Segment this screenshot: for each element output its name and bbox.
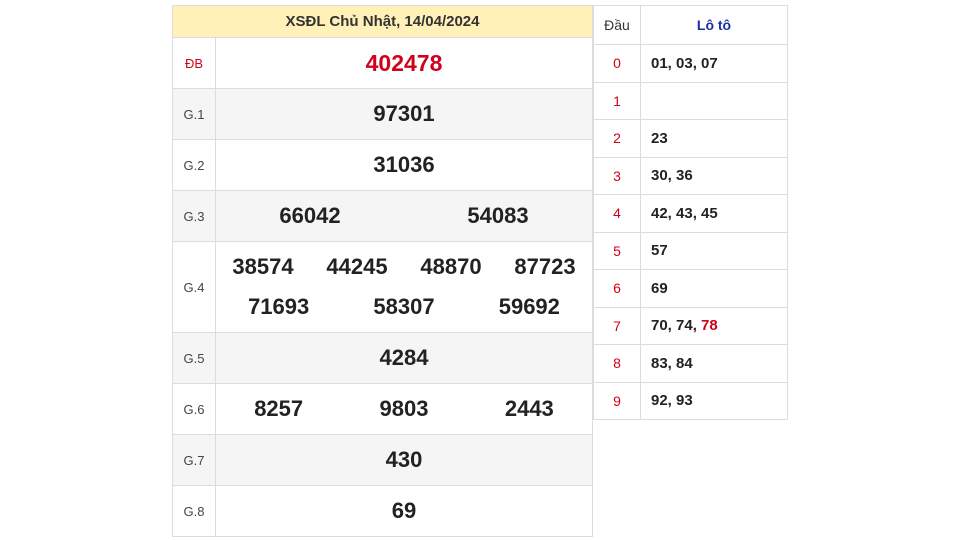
dau-cell: 0: [593, 44, 641, 83]
prize-number-g6: 9803: [379, 396, 429, 421]
loto-header-row: Đầu Lô tô: [593, 5, 788, 45]
prize-row-g5: G.5 4284: [172, 332, 593, 384]
prize-number-g4: 71693: [248, 294, 310, 319]
prize-number-g7: 430: [385, 447, 423, 472]
prize-row-g8: G.8 69: [172, 485, 593, 537]
prize-label-db: ĐB: [172, 37, 216, 89]
loto-row: 0 01, 03, 07: [593, 44, 788, 83]
prize-row-g4: G.4 38574 44245 48870 87723 71693 58307 …: [172, 241, 593, 333]
dau-cell: 6: [593, 269, 641, 308]
result-title: XSĐL Chủ Nhật, 14/04/2024: [172, 5, 593, 38]
prize-row-g2: G.2 31036: [172, 139, 593, 191]
loto-row: 1: [593, 81, 788, 120]
prize-number-g1: 97301: [373, 101, 435, 126]
prize-number-g4: 38574: [232, 254, 294, 279]
loto-values: 01, 03, 07: [640, 44, 788, 83]
loto-row: 2 23: [593, 119, 788, 158]
prize-label-g3: G.3: [172, 190, 216, 242]
prize-number-g4: 59692: [498, 294, 560, 319]
prize-number-g2: 31036: [373, 152, 435, 177]
loto-values: 30, 36: [640, 156, 788, 195]
prize-number-g8: 69: [391, 498, 417, 523]
prize-label-g6: G.6: [172, 383, 216, 435]
prize-label-g5: G.5: [172, 332, 216, 384]
loto-values: 83, 84: [640, 344, 788, 383]
prize-number-g6: 8257: [254, 396, 304, 421]
loto-values-text: 70, 74,: [651, 317, 702, 335]
prize-label-g1: G.1: [172, 88, 216, 140]
loto-values: 69: [640, 269, 788, 308]
loto-row: 5 57: [593, 231, 788, 270]
prize-label-g8: G.8: [172, 485, 216, 537]
loto-row: 8 83, 84: [593, 344, 788, 383]
prize-number-g4: 48870: [420, 254, 482, 279]
loto-values: 23: [640, 119, 788, 158]
loto-table: Đầu Lô tô 0 01, 03, 07 1 2 23 3 30, 36 4…: [593, 5, 788, 420]
loto-values: 92, 93: [640, 381, 788, 420]
prize-row-g6: G.6 8257 9803 2443: [172, 383, 593, 435]
prize-number-db: 402478: [365, 49, 443, 76]
loto-row: 4 42, 43, 45: [593, 194, 788, 233]
dau-cell: 8: [593, 344, 641, 383]
loto-values: [640, 81, 788, 120]
dau-header: Đầu: [593, 5, 641, 45]
loto-values: 42, 43, 45: [640, 194, 788, 233]
loto-special-value: 78: [701, 317, 718, 335]
prize-row-db: ĐB 402478: [172, 37, 593, 89]
loto-values: 70, 74, 78: [640, 306, 788, 345]
prize-number-g4: 58307: [373, 294, 435, 319]
loto-header: Lô tô: [640, 5, 788, 45]
prize-number-g3: 66042: [279, 203, 341, 228]
loto-row: 6 69: [593, 269, 788, 308]
prize-label-g7: G.7: [172, 434, 216, 486]
dau-cell: 9: [593, 381, 641, 420]
loto-values: 57: [640, 231, 788, 270]
prize-number-g3: 54083: [467, 203, 529, 228]
prize-row-g1: G.1 97301: [172, 88, 593, 140]
prize-number-g5: 4284: [379, 345, 429, 370]
result-table: XSĐL Chủ Nhật, 14/04/2024 ĐB 402478 G.1 …: [172, 5, 593, 537]
dau-cell: 5: [593, 231, 641, 270]
prize-row-g3: G.3 66042 54083: [172, 190, 593, 242]
loto-row: 3 30, 36: [593, 156, 788, 195]
dau-cell: 4: [593, 194, 641, 233]
dau-cell: 1: [593, 81, 641, 120]
loto-row: 9 92, 93: [593, 381, 788, 420]
dau-cell: 7: [593, 306, 641, 345]
dau-cell: 2: [593, 119, 641, 158]
prize-number-g6: 2443: [504, 396, 554, 421]
prize-number-g4: 87723: [514, 254, 576, 279]
loto-row: 7 70, 74, 78: [593, 306, 788, 345]
prize-label-g4: G.4: [172, 241, 216, 333]
prize-number-g4: 44245: [326, 254, 388, 279]
prize-label-g2: G.2: [172, 139, 216, 191]
prize-row-g7: G.7 430: [172, 434, 593, 486]
dau-cell: 3: [593, 156, 641, 195]
